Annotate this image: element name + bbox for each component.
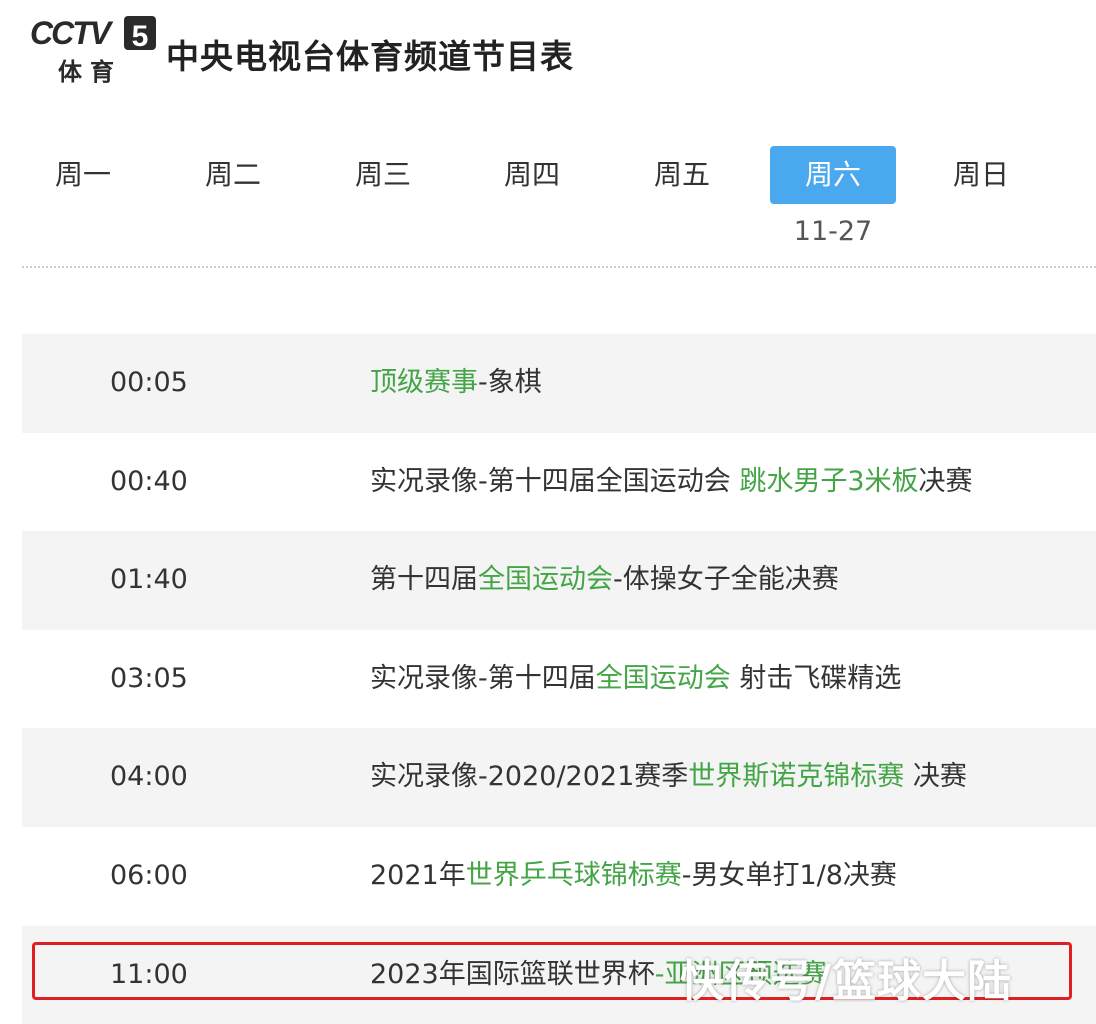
tab-sunday[interactable]: 周日 — [918, 146, 1044, 204]
program-text: 实况录像-第十四届 — [370, 662, 596, 694]
program-link[interactable]: 全国运动会 — [478, 564, 613, 595]
program-time: 03:05 — [110, 662, 188, 694]
schedule-row: 06:00 2021年世界乒乓球锦标赛-男女单打1/8决赛 — [22, 826, 1096, 926]
program-title: 实况录像-2020/2021赛季世界斯诺克锦标赛 决赛 — [370, 728, 967, 826]
program-text: -男女单打1/8决赛 — [681, 859, 897, 891]
page-title: 中央电视台体育频道节目表 — [166, 37, 574, 76]
program-text: -象棋 — [478, 367, 542, 398]
logo-brand: CCTV — [30, 15, 114, 51]
tab-saturday-date: 11-27 — [793, 216, 873, 247]
program-time: 01:40 — [110, 564, 188, 596]
program-text: 决赛 — [904, 761, 967, 793]
schedule-row: 00:05 顶级赛事-象棋 — [22, 334, 1096, 433]
program-link[interactable]: 世界乒乓球锦标赛 — [466, 860, 682, 891]
program-time: 00:05 — [110, 367, 188, 398]
watermark: 快传号/篮球大陆 — [680, 956, 1013, 1007]
tab-friday[interactable]: 周五 — [619, 146, 745, 204]
program-title: 2021年世界乒乓球锦标赛-男女单打1/8决赛 — [370, 827, 897, 925]
page-header: CCTV 5 体育 中央电视台体育频道节目表 — [28, 10, 1068, 90]
schedule-row: 00:40 实况录像-第十四届全国运动会 跳水男子3米板决赛 — [22, 432, 1096, 532]
program-text: 决赛 — [918, 465, 973, 497]
program-link[interactable]: 跳水男子3米板 — [739, 466, 918, 497]
program-text: 2021年 — [370, 859, 466, 891]
program-time: 06:00 — [110, 859, 188, 891]
program-link[interactable]: 顶级赛事 — [370, 367, 478, 398]
program-text: 射击飞碟精选 — [730, 662, 902, 694]
logo-number: 5 — [132, 20, 149, 53]
program-time: 04:00 — [110, 761, 188, 793]
cctv5-logo: CCTV 5 体育 — [30, 15, 156, 86]
schedule-list: 00:05 顶级赛事-象棋 00:40 实况录像-第十四届全国运动会 跳水男子3米板决… — [22, 334, 1096, 1024]
program-text: 第十四届 — [370, 564, 478, 596]
program-title: 实况录像-第十四届全国运动会 射击飞碟精选 — [370, 630, 901, 728]
tab-thursday[interactable]: 周四 — [469, 146, 595, 204]
tab-wednesday[interactable]: 周三 — [320, 146, 446, 204]
program-link[interactable]: 全国运动会 — [596, 663, 731, 694]
schedule-row: 04:00 实况录像-2020/2021赛季世界斯诺克锦标赛 决赛 — [22, 728, 1096, 827]
program-text: -体操女子全能决赛 — [613, 564, 839, 596]
program-text: 实况录像-2020/2021赛季 — [370, 761, 689, 793]
tab-saturday[interactable]: 周六 — [770, 146, 896, 204]
logo-subtitle: 体育 — [58, 58, 122, 86]
program-title: 顶级赛事-象棋 — [370, 334, 542, 432]
day-tabs: 周一 周二 周三 周四 周五 周六 11-27 周日 — [0, 146, 1096, 256]
schedule-row: 03:05 实况录像-第十四届全国运动会 射击飞碟精选 — [22, 629, 1096, 729]
program-title: 实况录像-第十四届全国运动会 跳水男子3米板决赛 — [370, 433, 973, 531]
tab-monday[interactable]: 周一 — [20, 146, 146, 204]
program-text: 实况录像-第十四届全国运动会 — [370, 465, 740, 497]
program-link[interactable]: 世界斯诺克锦标赛 — [688, 761, 904, 792]
divider — [22, 266, 1096, 268]
tab-tuesday[interactable]: 周二 — [170, 146, 296, 204]
program-time: 00:40 — [110, 465, 188, 497]
schedule-row: 01:40 第十四届全国运动会-体操女子全能决赛 — [22, 531, 1096, 630]
program-title: 第十四届全国运动会-体操女子全能决赛 — [370, 531, 839, 629]
